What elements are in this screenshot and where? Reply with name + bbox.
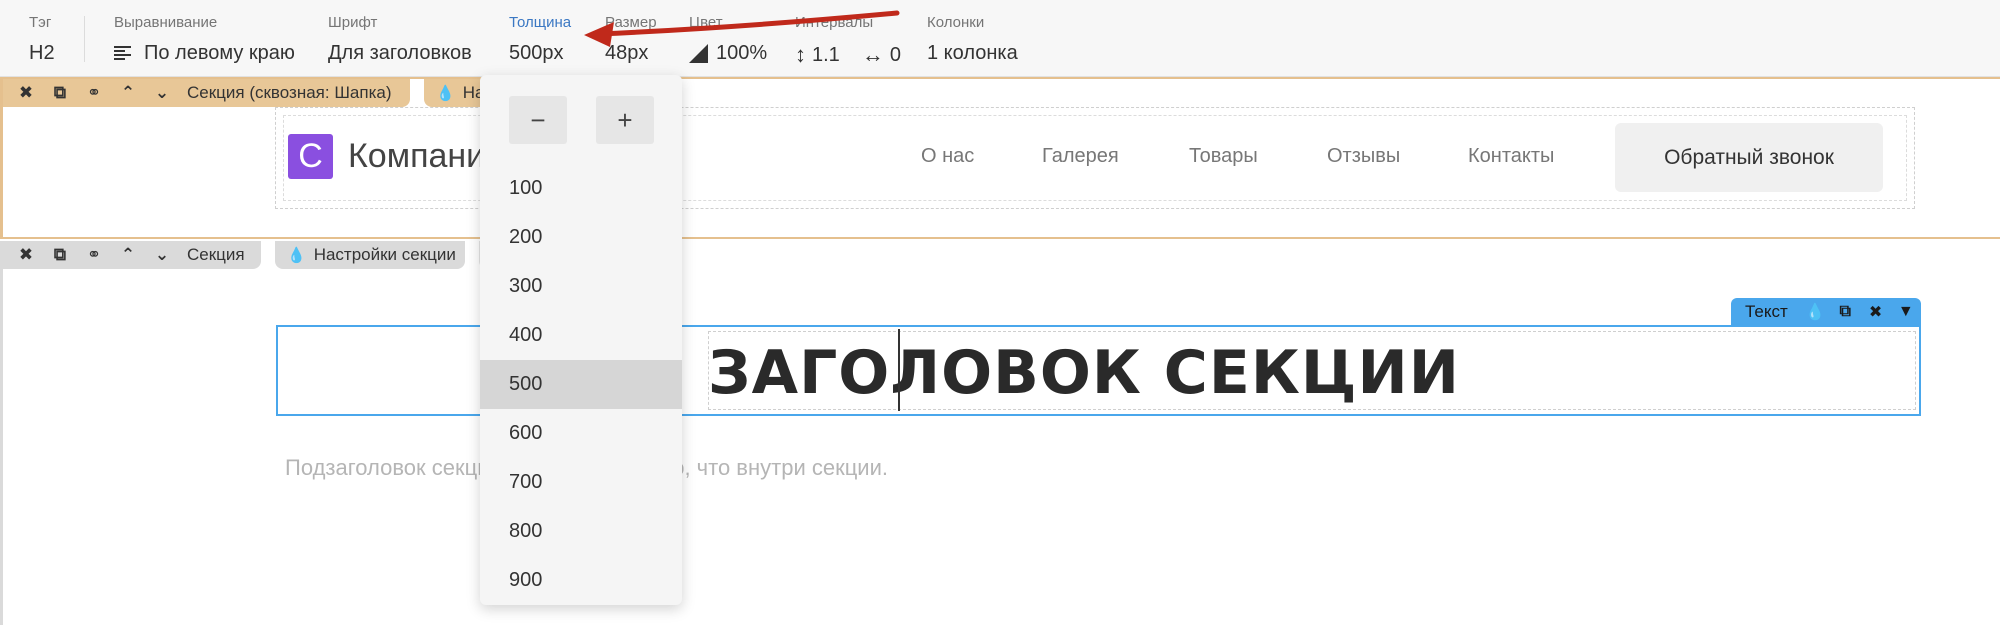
main-section[interactable]: ✖ ⧉ ⚭ ⌃ ⌄ Секция 💧 Настройки секции Текс… (0, 241, 2000, 625)
font-value[interactable]: Для заголовков (328, 42, 472, 65)
main-settings-tab[interactable]: 💧 Настройки секции (275, 241, 465, 269)
nav-item-gallery[interactable]: Галерея (1042, 145, 1119, 168)
close-icon[interactable]: ✖ (9, 79, 43, 107)
font-label: Шрифт (328, 14, 378, 31)
weight-option-500[interactable]: 500 (480, 360, 682, 409)
weight-value[interactable]: 500px (509, 42, 571, 65)
section-heading[interactable]: ЗАГОЛОВОК СЕКЦИИ (708, 334, 1459, 412)
nav-item-contacts[interactable]: Контакты (1468, 145, 1554, 168)
weight-option-600[interactable]: 600 (480, 409, 682, 458)
nav-item-products[interactable]: Товары (1189, 145, 1258, 168)
letter-spacing-icon: ↔ (861, 42, 884, 67)
weight-option-100[interactable]: 100 (480, 164, 682, 213)
nav-item-reviews[interactable]: Отзывы (1327, 145, 1400, 168)
weight-option-200[interactable]: 200 (480, 213, 682, 262)
text-block-toolbar: Текст 💧 ⧉ ✖ ▼ (1731, 298, 1921, 325)
tag-property[interactable]: Тэг H2 (29, 14, 55, 65)
align-value[interactable]: По левому краю (144, 42, 295, 65)
font-property[interactable]: Шрифт Для заголовков (328, 14, 472, 65)
align-property[interactable]: Выравнивание По левому краю (114, 14, 295, 65)
drop-icon: 💧 (287, 247, 306, 264)
main-settings-label: Настройки секции (313, 245, 456, 264)
letter-spacing-value[interactable]: 0 (890, 44, 901, 67)
tag-value[interactable]: H2 (29, 42, 55, 65)
size-property[interactable]: Размер 48px (605, 14, 657, 65)
weight-option-800[interactable]: 800 (480, 507, 682, 556)
drop-icon: 💧 (436, 85, 455, 102)
toolbar-divider (84, 16, 85, 62)
increase-button[interactable]: + (596, 96, 654, 144)
weight-option-300[interactable]: 300 (480, 262, 682, 311)
duplicate-icon[interactable]: ⧉ (1830, 303, 1860, 321)
property-toolbar: Тэг H2 Выравнивание По левому краю Шрифт… (0, 0, 2000, 77)
columns-property[interactable]: Колонки 1 колонка (927, 14, 1018, 65)
text-toolbar-label: Текст (1745, 301, 1788, 321)
align-left-icon (114, 46, 131, 61)
logo-icon[interactable]: C (288, 134, 333, 179)
weight-dropdown: − + 100 200 300 400 500 600 700 800 900 (480, 75, 682, 605)
close-icon[interactable]: ✖ (1860, 302, 1890, 322)
text-caret (898, 329, 900, 411)
color-property[interactable]: Цвет 100% (689, 14, 767, 65)
move-up-icon[interactable]: ⌃ (111, 241, 145, 269)
columns-label: Колонки (927, 14, 985, 31)
opacity-triangle-icon (689, 44, 708, 63)
line-height-icon: ↕ (795, 42, 806, 67)
tag-label: Тэг (29, 14, 52, 31)
move-up-icon[interactable]: ⌃ (111, 79, 145, 107)
weight-option-400[interactable]: 400 (480, 311, 682, 360)
line-height-value[interactable]: 1.1 (812, 44, 840, 67)
columns-value[interactable]: 1 колонка (927, 42, 1018, 65)
intervals-property[interactable]: Интервалы ↕ 1.1 ↔ 0 (795, 14, 901, 68)
link-icon[interactable]: ⚭ (77, 241, 111, 269)
size-label: Размер (605, 14, 657, 31)
close-icon[interactable]: ✖ (9, 241, 43, 269)
main-section-label: Секция (187, 245, 245, 264)
size-value[interactable]: 48px (605, 42, 657, 65)
header-section-bar: ✖ ⧉ ⚭ ⌃ ⌄ Секция (сквозная: Шапка) (3, 79, 410, 107)
move-down-icon[interactable]: ⌄ (145, 241, 179, 269)
decrease-button[interactable]: − (509, 96, 567, 144)
nav-item-about[interactable]: О нас (921, 145, 974, 168)
move-down-icon[interactable]: ⌄ (145, 79, 179, 107)
intervals-label: Интервалы (795, 14, 874, 31)
align-label: Выравнивание (114, 14, 218, 31)
weight-property[interactable]: Толщина 500px (509, 14, 571, 65)
weight-option-900[interactable]: 900 (480, 556, 682, 605)
callback-button[interactable]: Обратный звонок (1615, 123, 1883, 192)
chevron-down-icon[interactable]: ▼ (1891, 303, 1921, 321)
color-label: Цвет (689, 14, 723, 31)
weight-option-700[interactable]: 700 (480, 458, 682, 507)
duplicate-icon[interactable]: ⧉ (43, 241, 77, 269)
link-icon[interactable]: ⚭ (77, 79, 111, 107)
drop-icon[interactable]: 💧 (1800, 302, 1830, 322)
main-section-bar: ✖ ⧉ ⚭ ⌃ ⌄ Секция (3, 241, 261, 269)
color-value[interactable]: 100% (716, 42, 767, 65)
header-section-label: Секция (сквозная: Шапка) (187, 83, 392, 102)
duplicate-icon[interactable]: ⧉ (43, 79, 77, 107)
weight-label: Толщина (509, 14, 572, 31)
